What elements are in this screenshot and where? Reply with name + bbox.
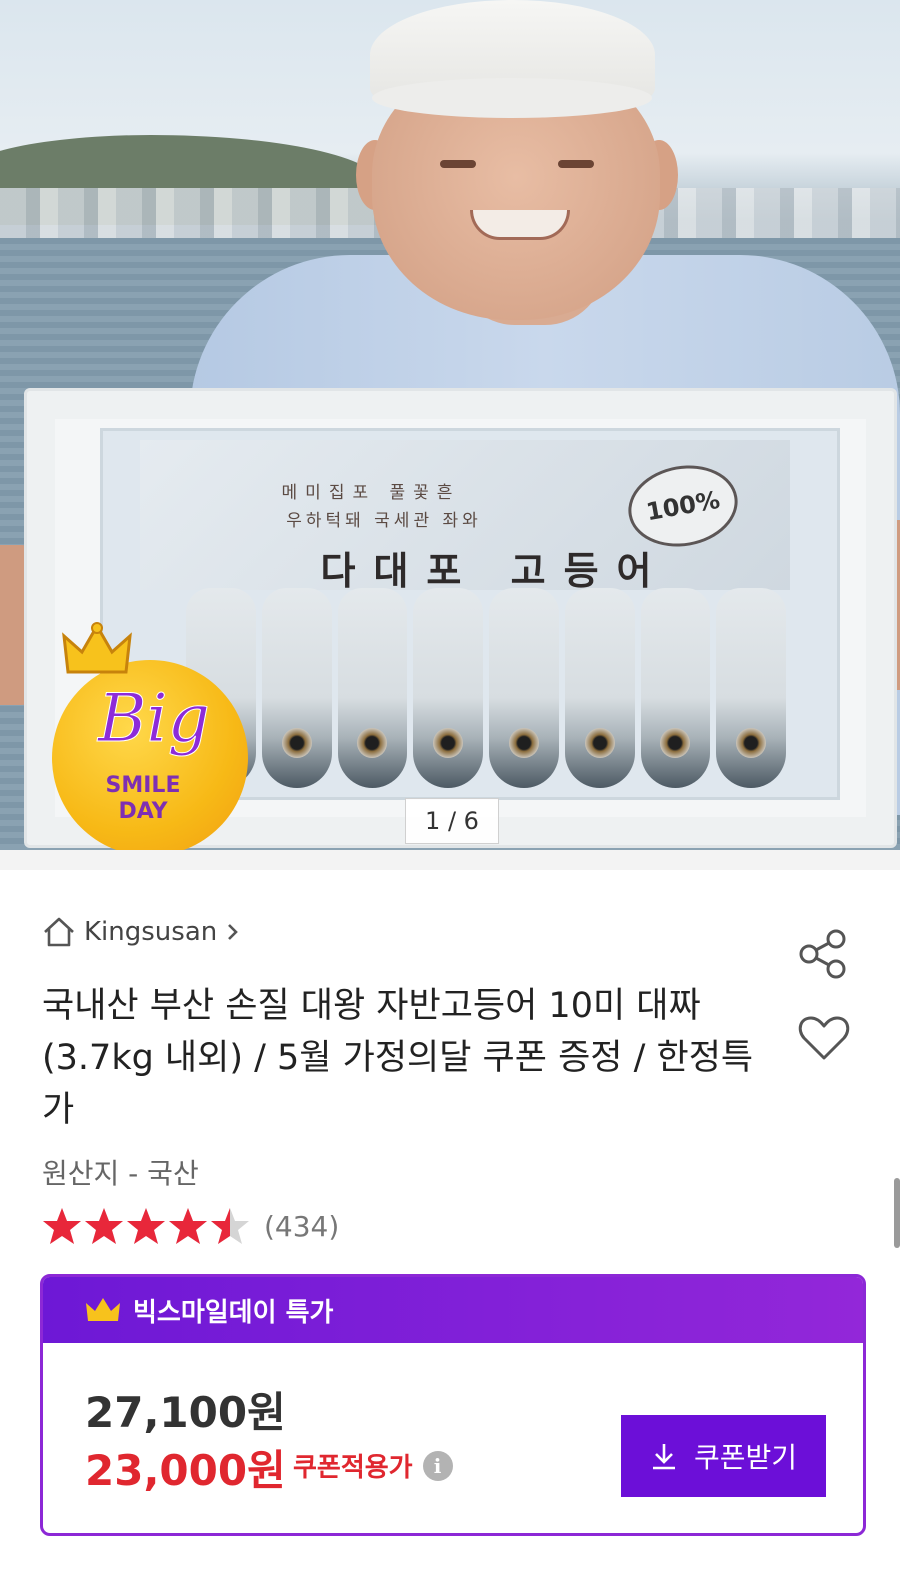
badge-big-text: Big	[98, 680, 211, 758]
mackerel	[640, 588, 711, 788]
review-count: (434)	[264, 1209, 340, 1243]
original-price: 27,100원	[85, 1388, 286, 1437]
star-full-icon	[169, 1208, 207, 1244]
star-half-icon	[211, 1208, 249, 1244]
person-smile	[470, 210, 570, 240]
chevron-right-icon	[228, 924, 239, 940]
section-divider	[0, 850, 900, 870]
share-icon[interactable]	[796, 926, 852, 982]
seller-name: Kingsusan	[84, 917, 218, 947]
get-coupon-button[interactable]: 쿠폰받기	[621, 1415, 826, 1497]
crown-icon	[86, 1298, 120, 1321]
badge-smile-day-text: SMILE DAY	[78, 773, 208, 825]
mackerel	[716, 588, 786, 788]
mackerel	[337, 588, 408, 788]
mackerel-row	[186, 588, 786, 788]
badge-day-text: DAY	[118, 799, 168, 824]
badge-smile-text: SMILE	[105, 773, 181, 798]
get-coupon-label: 쿠폰받기	[693, 1441, 798, 1474]
mackerel	[413, 588, 483, 788]
mackerel	[261, 588, 332, 788]
seller-link[interactable]: Kingsusan	[42, 912, 241, 952]
mackerel	[564, 588, 635, 788]
deal-header: 빅스마일데이 특가	[43, 1277, 863, 1343]
product-title: 국내산 부산 손질 대왕 자반고등어 10미 대짜 (3.7kg 내외) / 5…	[42, 986, 754, 1130]
heart-icon[interactable]	[796, 1010, 852, 1066]
download-icon	[652, 1444, 675, 1470]
star-full-icon	[127, 1208, 165, 1244]
product-image-gallery[interactable]: 메미집포 풀꽃흔 우하턱돼 국세관 좌와 다대포 고등어 100% Big SM…	[0, 0, 900, 850]
deal-card: 빅스마일데이 특가 27,100원 23,000원 쿠폰적용가 i 쿠폰받기	[40, 1274, 866, 1536]
package-title: 다대포 고등어	[320, 548, 670, 593]
package-line2: 우하턱돼 국세관 좌와	[286, 511, 482, 531]
info-icon[interactable]: i	[422, 1450, 453, 1481]
person-eye	[440, 160, 476, 168]
image-counter: 1 / 6	[405, 798, 499, 844]
mackerel	[489, 588, 559, 788]
star-full-icon	[43, 1208, 81, 1244]
seal-text: 100%	[644, 485, 722, 527]
person-cap-brim	[372, 78, 652, 118]
star-full-icon	[85, 1208, 123, 1244]
coupon-price-label: 쿠폰적용가 i	[293, 1447, 453, 1484]
rating-summary[interactable]: (434)	[42, 1202, 339, 1250]
crown-icon	[62, 622, 132, 674]
package-line1: 메미집포 풀꽃흔	[281, 483, 461, 503]
star-rating	[42, 1206, 250, 1246]
sale-price: 23,000원	[85, 1446, 286, 1495]
deal-header-label: 빅스마일데이 특가	[133, 1297, 334, 1328]
coupon-price-text: 쿠폰적용가	[293, 1453, 413, 1483]
product-origin: 원산지 - 국산	[42, 1157, 199, 1190]
scrollbar-thumb[interactable]	[894, 1178, 900, 1248]
home-icon	[44, 917, 74, 947]
person-eye	[558, 160, 594, 168]
